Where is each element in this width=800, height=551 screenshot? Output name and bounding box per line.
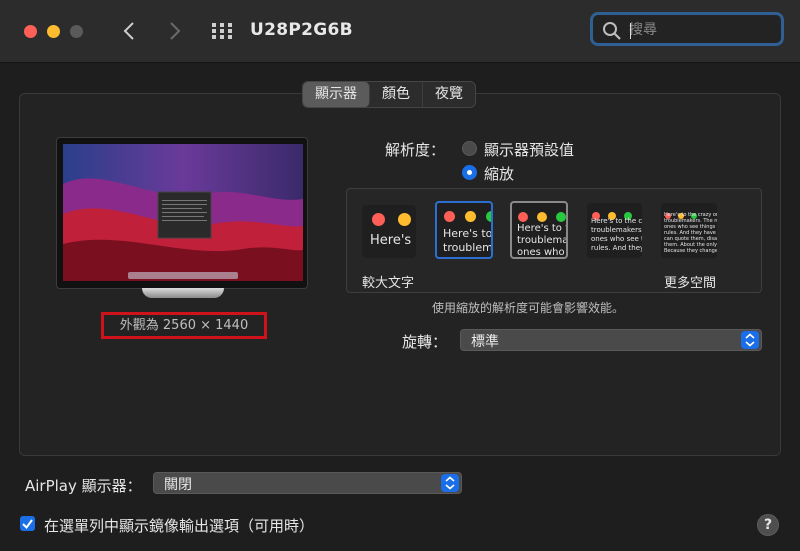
tab-bar: 顯示器 顏色 夜覽 xyxy=(302,81,476,108)
monitor-bezel xyxy=(56,137,308,289)
zoom-button[interactable] xyxy=(70,25,83,38)
tab-display[interactable]: 顯示器 xyxy=(303,82,370,107)
chevron-right-icon xyxy=(170,22,181,40)
search-icon xyxy=(603,22,621,40)
monitor-stand xyxy=(142,288,224,298)
minimize-button[interactable] xyxy=(47,25,60,38)
checkmark-icon xyxy=(22,519,33,530)
show-all-grid-icon[interactable] xyxy=(211,22,233,40)
select-arrows-icon xyxy=(741,331,759,349)
window-title: U28P2G6B xyxy=(250,20,353,40)
scale-option-more-space[interactable]: Here's to the crazy one troublemakers. T… xyxy=(661,203,717,258)
tab-color[interactable]: 顏色 xyxy=(370,82,423,107)
mirroring-option-label: 在選單列中顯示鏡像輸出選項（可用時） xyxy=(44,517,315,535)
rotation-value: 標準 xyxy=(471,334,499,350)
larger-text-label: 較大文字 xyxy=(362,276,415,291)
scale-option-2[interactable]: Here's to troublem xyxy=(435,201,493,259)
search-input[interactable] xyxy=(627,19,771,41)
select-arrows-icon xyxy=(441,474,459,492)
radio-scaled[interactable] xyxy=(462,165,477,180)
rotation-select[interactable]: 標準 xyxy=(460,329,762,351)
back-button[interactable] xyxy=(120,19,140,43)
help-button[interactable]: ? xyxy=(757,514,779,536)
mirroring-checkbox[interactable] xyxy=(20,516,35,531)
performance-note: 使用縮放的解析度可能會影響效能。 xyxy=(432,301,625,315)
rotation-label: 旋轉： xyxy=(402,333,448,351)
scale-options-box: Here's Here's to troublem Here's to t tr… xyxy=(346,188,762,293)
airplay-select[interactable]: 關閉 xyxy=(153,472,462,494)
tab-night-shift[interactable]: 夜覽 xyxy=(423,82,475,107)
chevron-left-icon xyxy=(123,22,134,40)
airplay-label: AirPlay 顯示器： xyxy=(25,477,142,495)
close-button[interactable] xyxy=(24,25,37,38)
scale-option-4[interactable]: Here's to the cr troublemakers. ones who… xyxy=(587,203,642,258)
title-bar: U28P2G6B xyxy=(0,0,800,63)
scale-option-3[interactable]: Here's to t troublema ones who xyxy=(510,201,568,259)
radio-default-label: 顯示器預設值 xyxy=(484,141,575,159)
text-caret xyxy=(630,23,631,39)
radio-default-for-display[interactable] xyxy=(462,141,477,156)
radio-scaled-label: 縮放 xyxy=(484,165,515,183)
scale-option-larger-text[interactable]: Here's xyxy=(362,205,416,258)
display-size-label: 外觀為 2560 × 1440 xyxy=(101,312,267,339)
monitor-preview xyxy=(56,137,308,289)
forward-button[interactable] xyxy=(164,19,184,43)
more-space-label: 更多空間 xyxy=(664,276,717,291)
search-field[interactable] xyxy=(590,12,784,46)
resolution-label: 解析度： xyxy=(385,141,446,159)
desktop-wallpaper xyxy=(63,144,303,281)
airplay-value: 關閉 xyxy=(164,477,192,493)
